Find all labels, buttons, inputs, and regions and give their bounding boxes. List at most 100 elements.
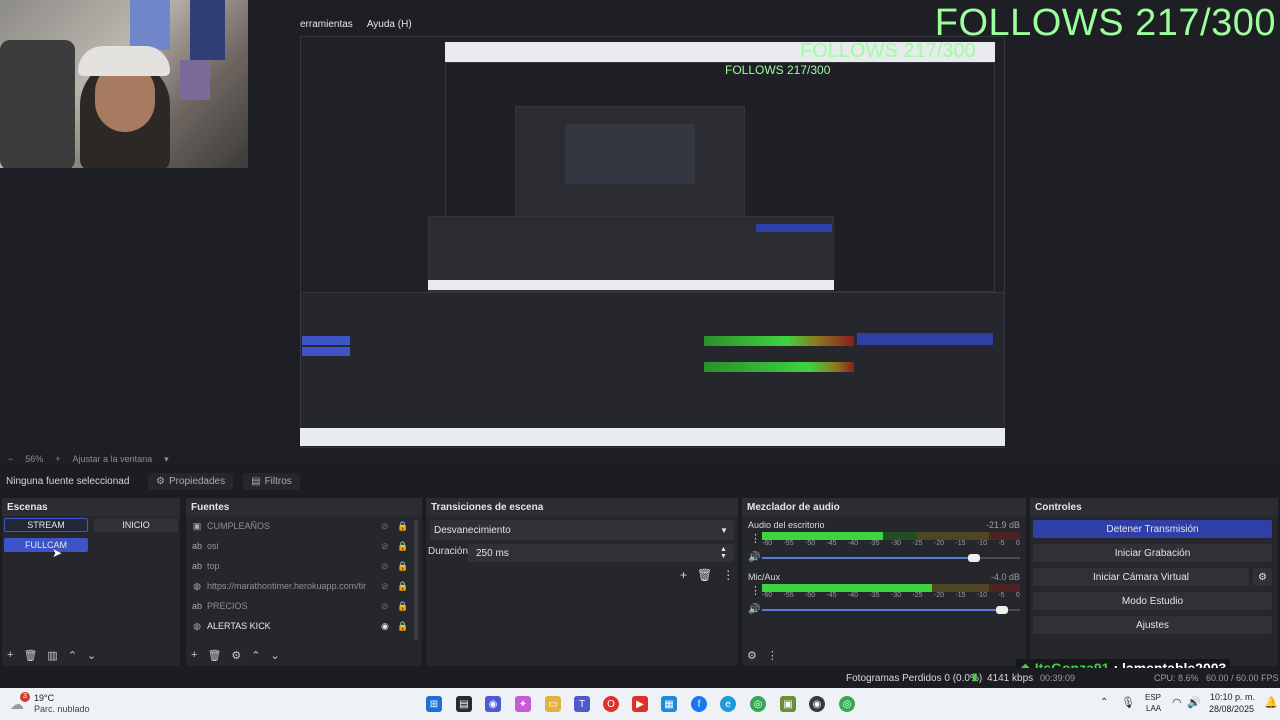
volume-icon[interactable]: 🔊: [1187, 696, 1201, 709]
zoom-out-icon[interactable]: −: [8, 454, 13, 464]
add-icon[interactable]: +: [680, 568, 687, 582]
windows-start-icon[interactable]: ⊞: [426, 696, 442, 712]
filters-label: Filtros: [264, 475, 292, 487]
stop-streaming-button[interactable]: Detener Transmisión: [1033, 520, 1272, 538]
lock-icon[interactable]: 🔒: [397, 621, 409, 632]
facebook-icon[interactable]: f: [691, 696, 707, 712]
opera-icon[interactable]: O: [603, 696, 619, 712]
channel-db: -21.9 dB: [985, 520, 1020, 530]
menu-item-tools[interactable]: erramientas: [300, 19, 353, 30]
clock-time[interactable]: 10:10 p. m.: [1210, 692, 1255, 702]
eye-hidden-icon[interactable]: ⊘: [381, 561, 397, 572]
scrollbar[interactable]: [414, 520, 418, 640]
meter-scale-tick: -25: [912, 540, 923, 547]
chevron-down-icon[interactable]: ▾: [164, 454, 169, 465]
eye-hidden-icon[interactable]: ⊘: [381, 581, 397, 592]
move-up-icon[interactable]: ⌃: [251, 649, 260, 662]
lock-icon[interactable]: 🔒: [397, 581, 409, 592]
source-label: https://marathontimer.herokuapp.com/tir: [207, 581, 367, 591]
source-toolbar: Ninguna fuente seleccionad ⚙ Propiedades…: [0, 470, 1280, 492]
scene-inicio[interactable]: INICIO: [94, 518, 178, 532]
source-label: PRECIOS: [207, 601, 248, 611]
trash-icon[interactable]: 🗑: [23, 649, 37, 662]
chrome-profile-icon[interactable]: ◎: [839, 696, 855, 712]
settings-button[interactable]: Ajustes: [1033, 616, 1272, 634]
clock-date[interactable]: 28/08/2025: [1209, 704, 1254, 714]
lock-icon[interactable]: 🔒: [397, 561, 409, 572]
move-down-icon[interactable]: ⌄: [87, 649, 96, 662]
volume-slider-handle[interactable]: [967, 554, 980, 562]
speaker-icon[interactable]: 🔊: [748, 604, 760, 615]
add-icon[interactable]: +: [7, 649, 13, 662]
menubar: erramientas Ayuda (H): [300, 14, 412, 34]
more-icon[interactable]: ⋮: [750, 584, 761, 597]
youtube-icon[interactable]: ▶: [632, 696, 648, 712]
add-icon[interactable]: +: [191, 649, 197, 662]
file-explorer-icon[interactable]: ▭: [545, 696, 561, 712]
start-recording-button[interactable]: Iniciar Grabación: [1033, 544, 1272, 562]
zoom-fit-label[interactable]: Ajustar a la ventana: [73, 454, 153, 464]
speaker-icon[interactable]: 🔊: [748, 552, 760, 563]
minecraft-icon[interactable]: ▣: [780, 696, 796, 712]
start-virtual-camera-button[interactable]: Iniciar Cámara Virtual: [1033, 568, 1249, 586]
scenes-title: Escenas: [2, 498, 180, 516]
more-icon[interactable]: ⋮: [767, 649, 778, 662]
obs-icon[interactable]: ◉: [809, 696, 825, 712]
gear-icon[interactable]: ⚙: [231, 649, 241, 662]
filter-icon[interactable]: ▥: [47, 649, 57, 662]
move-down-icon[interactable]: ⌄: [271, 649, 280, 662]
chrome-icon[interactable]: ◎: [750, 696, 766, 712]
stepper-icon[interactable]: ▲ ▼: [720, 546, 734, 560]
eye-hidden-icon[interactable]: ⊘: [381, 541, 397, 552]
chat-app-icon[interactable]: ◉: [485, 696, 501, 712]
zoom-in-icon[interactable]: +: [55, 454, 60, 464]
menu-item-help[interactable]: Ayuda (H): [367, 19, 412, 30]
wifi-icon[interactable]: ◠: [1172, 696, 1182, 709]
source-row[interactable]: ab PRECIOS ⊘ 🔒: [191, 598, 409, 614]
eye-icon[interactable]: ◉: [381, 621, 397, 632]
teams-icon[interactable]: T: [574, 696, 590, 712]
lock-icon[interactable]: 🔒: [397, 601, 409, 612]
meter-scale-tick: -50: [804, 540, 816, 547]
properties-label: Propiedades: [168, 475, 226, 487]
volume-slider[interactable]: [762, 554, 1020, 562]
lock-icon[interactable]: 🔒: [397, 521, 409, 532]
more-icon[interactable]: ⋮: [750, 532, 761, 545]
store-icon[interactable]: ▦: [661, 696, 677, 712]
transition-select[interactable]: Desvanecimiento ▼: [430, 520, 734, 540]
meter-scale-tick: -5: [998, 592, 1005, 599]
virtual-camera-settings-button[interactable]: ⚙: [1253, 568, 1272, 586]
source-row[interactable]: ◍ https://marathontimer.herokuapp.com/ti…: [191, 578, 409, 594]
properties-button[interactable]: ⚙ Propiedades: [148, 472, 234, 490]
trash-icon[interactable]: 🗑: [697, 568, 712, 582]
studio-mode-button[interactable]: Modo Estudio: [1033, 592, 1272, 610]
notification-icon[interactable]: 🔔: [1264, 696, 1278, 709]
trash-icon[interactable]: 🗑: [207, 649, 221, 662]
language-indicator[interactable]: ESP: [1145, 693, 1161, 702]
duration-field[interactable]: 250 ms ▲ ▼: [468, 544, 734, 562]
eye-hidden-icon[interactable]: ⊘: [381, 601, 397, 612]
scene-stream[interactable]: STREAM: [4, 518, 88, 532]
move-up-icon[interactable]: ⌃: [68, 649, 77, 662]
volume-slider-handle[interactable]: [995, 606, 1008, 614]
lock-icon[interactable]: 🔒: [397, 541, 409, 552]
copilot-icon[interactable]: ✦: [515, 696, 531, 712]
edge-icon[interactable]: e: [720, 696, 736, 712]
source-row[interactable]: ◍ ALERTAS KICK ◉ 🔒: [191, 618, 409, 634]
eye-hidden-icon[interactable]: ⊘: [381, 521, 397, 532]
microphone-icon[interactable]: 🎙: [1121, 696, 1135, 709]
weather-widget[interactable]: ☁ 3: [10, 692, 30, 712]
sources-title: Fuentes: [186, 498, 422, 516]
filters-button[interactable]: ▤ Filtros: [243, 472, 300, 490]
more-icon[interactable]: ⋮: [722, 568, 734, 582]
volume-slider[interactable]: [762, 606, 1020, 614]
gear-icon[interactable]: ⚙: [747, 649, 757, 662]
stream-preview[interactable]: [300, 36, 1005, 448]
meter-scale-tick: -40: [847, 592, 859, 599]
chevron-up-icon[interactable]: ⌃: [1100, 697, 1108, 708]
source-row[interactable]: ab osi ⊘ 🔒: [191, 538, 409, 554]
scene-fullcam[interactable]: FULLCAM: [4, 538, 88, 552]
source-row[interactable]: ▣ CUMPLEAÑOS ⊘ 🔒: [191, 518, 409, 534]
source-row[interactable]: ab top ⊘ 🔒: [191, 558, 409, 574]
task-view-icon[interactable]: ▤: [456, 696, 472, 712]
